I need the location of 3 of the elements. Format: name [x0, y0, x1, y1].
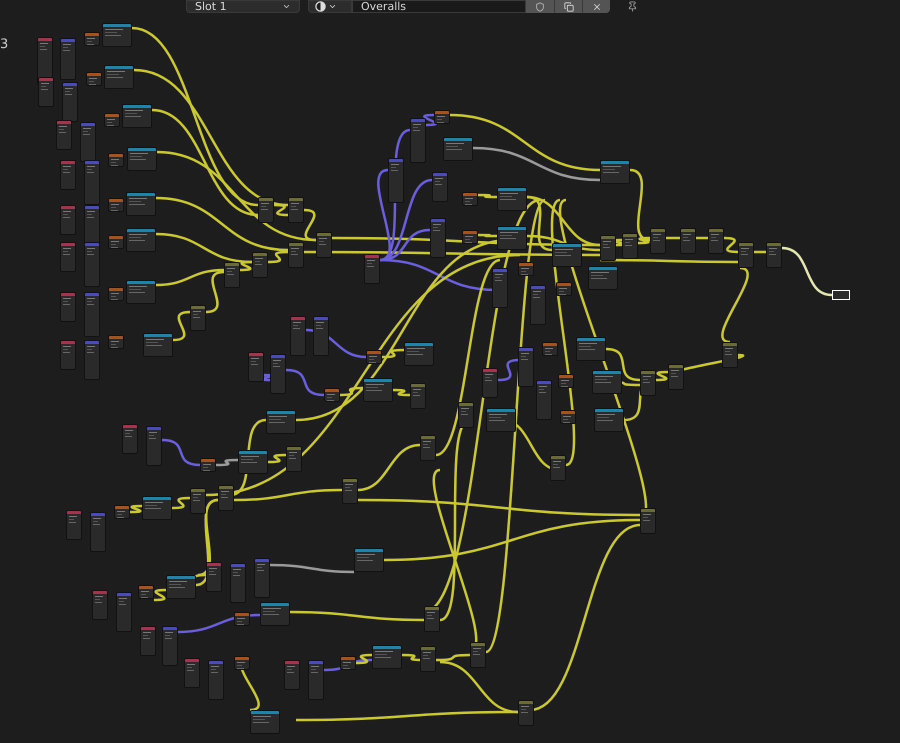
material-name-field[interactable]: Overalls	[352, 0, 526, 13]
slot-dropdown[interactable]: Slot 1	[186, 0, 300, 13]
edge-label: 3	[0, 38, 8, 51]
